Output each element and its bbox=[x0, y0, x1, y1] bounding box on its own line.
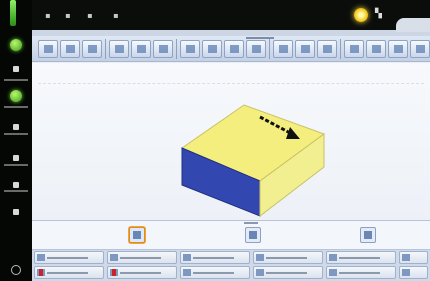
power-icon[interactable] bbox=[8, 262, 24, 278]
green-status-dot-icon[interactable] bbox=[8, 37, 24, 53]
property-panel[interactable] bbox=[399, 266, 428, 279]
forward-icon[interactable]: ▪ bbox=[64, 11, 72, 20]
tools-icon[interactable]: ▪ bbox=[112, 11, 120, 20]
property-panel[interactable] bbox=[326, 251, 396, 264]
view-top-icon[interactable] bbox=[360, 227, 376, 243]
tool-button[interactable] bbox=[180, 40, 200, 58]
isometric-box[interactable] bbox=[32, 63, 430, 220]
warning-icon bbox=[112, 269, 116, 276]
tool-button[interactable] bbox=[224, 40, 244, 58]
sidebar-label bbox=[4, 164, 28, 166]
main-pane bbox=[32, 18, 430, 281]
property-panel[interactable] bbox=[399, 251, 428, 264]
tool-button[interactable] bbox=[153, 40, 173, 58]
toolbar-separator bbox=[340, 39, 341, 59]
property-panel[interactable] bbox=[34, 251, 104, 264]
view-selector bbox=[32, 220, 430, 250]
tool-button[interactable] bbox=[295, 40, 315, 58]
tool-button[interactable] bbox=[38, 40, 58, 58]
property-panel[interactable] bbox=[180, 266, 250, 279]
tool-button[interactable] bbox=[109, 40, 129, 58]
left-sidebar bbox=[0, 0, 32, 281]
info-icon[interactable] bbox=[8, 204, 24, 220]
green-status-dot-icon[interactable] bbox=[8, 88, 24, 104]
sidebar-label bbox=[4, 133, 28, 135]
view-front-icon[interactable] bbox=[129, 227, 145, 243]
back-icon[interactable]: ▪ bbox=[44, 11, 52, 20]
cube-icon[interactable]: ▪ bbox=[86, 11, 94, 20]
property-panel[interactable] bbox=[107, 266, 177, 279]
view-caption bbox=[244, 222, 258, 224]
toolbar-separator bbox=[269, 39, 270, 59]
tool-button[interactable] bbox=[388, 40, 408, 58]
tool-button[interactable] bbox=[273, 40, 293, 58]
tool-button[interactable] bbox=[410, 40, 430, 58]
warning-icon bbox=[39, 269, 43, 276]
tab-bubble[interactable] bbox=[396, 18, 430, 32]
sun-icon[interactable] bbox=[354, 8, 368, 22]
tool-button[interactable] bbox=[131, 40, 151, 58]
tool-button[interactable] bbox=[317, 40, 337, 58]
toolbar-separator bbox=[105, 39, 106, 59]
top-bar: ▪ ▪ ▪ ▪ ▚ bbox=[32, 0, 430, 30]
property-panel[interactable] bbox=[253, 266, 323, 279]
tool-button[interactable] bbox=[60, 40, 80, 58]
status-bar-icon bbox=[10, 0, 16, 26]
sidebar-label bbox=[4, 79, 28, 81]
property-panel[interactable] bbox=[107, 251, 177, 264]
grid-icon[interactable]: ▚ bbox=[375, 9, 385, 21]
ribbon-toolbar bbox=[32, 36, 430, 62]
tool-button[interactable] bbox=[344, 40, 364, 58]
tool-button[interactable] bbox=[366, 40, 386, 58]
bottom-panels bbox=[32, 250, 430, 281]
sidebar-label bbox=[4, 190, 28, 192]
toolbar-separator bbox=[176, 39, 177, 59]
property-panel[interactable] bbox=[326, 266, 396, 279]
view-side-icon[interactable] bbox=[245, 227, 261, 243]
toolbar-caption bbox=[246, 37, 274, 39]
property-panel[interactable] bbox=[253, 251, 323, 264]
3d-viewport[interactable] bbox=[32, 63, 430, 220]
tool-button[interactable] bbox=[202, 40, 222, 58]
tool-button[interactable] bbox=[82, 40, 102, 58]
app-window: ▪ ▪ ▪ ▪ ▚ bbox=[0, 0, 430, 281]
user-icon[interactable] bbox=[8, 61, 24, 77]
tool-button[interactable] bbox=[246, 40, 266, 58]
property-panel[interactable] bbox=[34, 266, 104, 279]
sidebar-label bbox=[4, 106, 28, 108]
property-panel[interactable] bbox=[180, 251, 250, 264]
